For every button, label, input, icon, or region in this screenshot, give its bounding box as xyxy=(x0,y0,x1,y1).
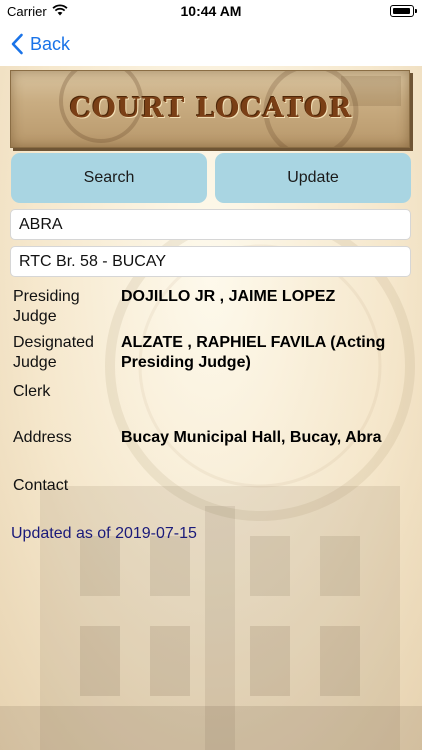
battery-icon xyxy=(390,5,417,17)
update-button[interactable]: Update xyxy=(215,153,411,203)
status-bar: Carrier 10:44 AM xyxy=(0,0,422,22)
content-area: COURT LOCATOR Search Update ABRA RTC Br.… xyxy=(0,66,422,750)
designated-judge-label: Designated Judge xyxy=(13,334,94,371)
back-button[interactable]: Back xyxy=(10,31,70,57)
chevron-left-icon xyxy=(11,33,23,55)
designated-judge-value: ALZATE , RAPHIEL FAVILA (Acting Presidin… xyxy=(121,334,386,371)
region-field[interactable]: ABRA xyxy=(10,209,411,240)
court-field[interactable]: RTC Br. 58 - BUCAY xyxy=(10,246,411,277)
navigation-bar: Back xyxy=(0,22,422,66)
clerk-label: Clerk xyxy=(13,383,51,400)
presiding-judge-value: DOJILLO JR , JAIME LOPEZ xyxy=(121,288,336,305)
presiding-judge-label: Presiding Judge xyxy=(13,288,80,325)
court-locator-banner: COURT LOCATOR xyxy=(10,70,410,148)
banner-title: COURT LOCATOR xyxy=(69,93,353,124)
address-label: Address xyxy=(13,429,72,446)
contact-label: Contact xyxy=(13,477,69,494)
updated-date: Updated as of 2019-07-15 xyxy=(11,525,197,542)
clock: 10:44 AM xyxy=(180,3,242,19)
back-label: Back xyxy=(30,33,71,54)
address-value: Bucay Municipal Hall, Bucay, Abra xyxy=(121,429,382,446)
search-button[interactable]: Search xyxy=(11,153,207,203)
